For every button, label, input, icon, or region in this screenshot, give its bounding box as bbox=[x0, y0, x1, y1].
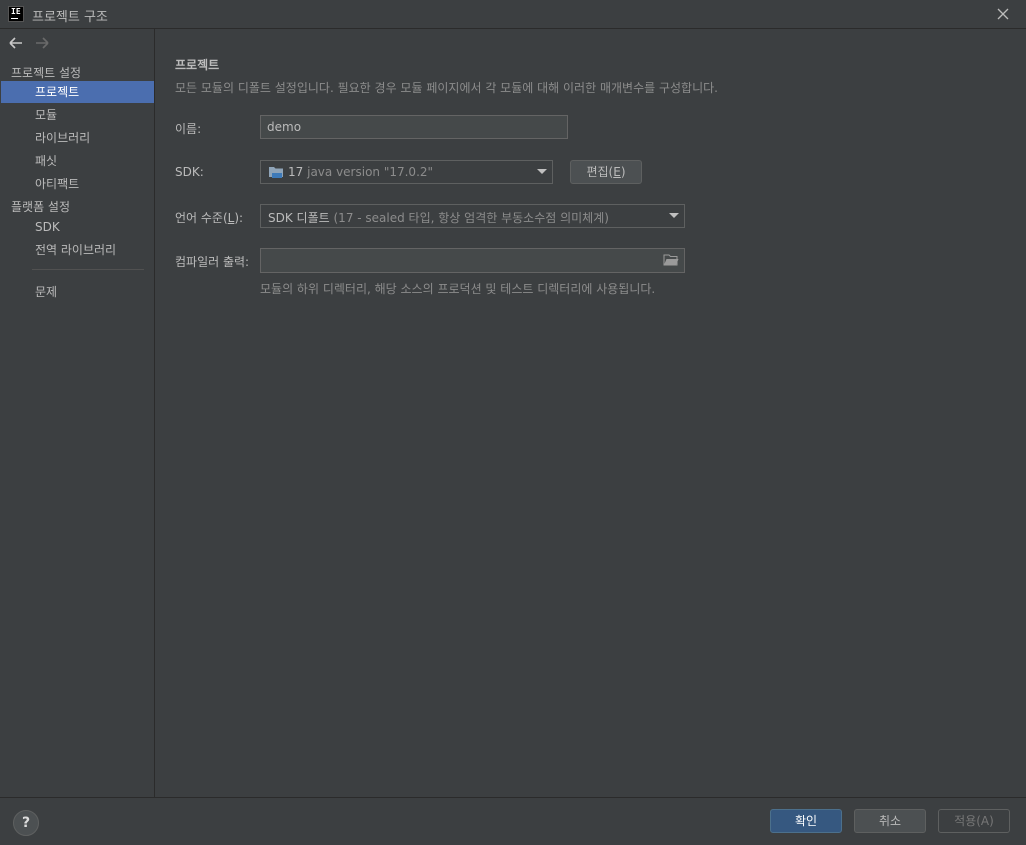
chevron-down-icon bbox=[669, 213, 679, 218]
language-level-dropdown[interactable]: SDK 디폴트 (17 - sealed 타입, 항상 엄격한 부동소수점 의미… bbox=[260, 204, 685, 228]
ok-button[interactable]: 확인 bbox=[770, 809, 842, 833]
sidebar-divider bbox=[32, 269, 144, 270]
sdk-label: SDK: bbox=[175, 165, 204, 179]
back-arrow-icon[interactable] bbox=[8, 35, 24, 51]
sidebar-item-artifacts[interactable]: 아티팩트 bbox=[1, 173, 154, 195]
sidebar-item-project[interactable]: 프로젝트 bbox=[1, 81, 154, 103]
forward-arrow-icon[interactable] bbox=[34, 35, 50, 51]
compiler-output-field[interactable] bbox=[260, 248, 685, 273]
help-button[interactable]: ? bbox=[13, 810, 39, 836]
dialog-footer: ? 확인 취소 적용(A) bbox=[0, 797, 1026, 845]
folder-browse-icon[interactable] bbox=[663, 253, 679, 267]
sidebar-item-modules[interactable]: 모듈 bbox=[1, 104, 154, 126]
close-icon[interactable] bbox=[994, 5, 1012, 23]
window-title: 프로젝트 구조 bbox=[32, 10, 108, 25]
platform-settings-heading: 플랫폼 설정 bbox=[11, 200, 71, 214]
language-level-value: SDK 디폴트 bbox=[268, 211, 330, 225]
project-settings-heading: 프로젝트 설정 bbox=[11, 66, 82, 80]
language-level-label: 언어 수준(L): bbox=[175, 211, 244, 225]
cancel-button[interactable]: 취소 bbox=[854, 809, 926, 833]
compiler-output-label: 컴파일러 출력: bbox=[175, 255, 250, 269]
sidebar-item-sdk[interactable]: SDK bbox=[1, 216, 154, 238]
name-label: 이름: bbox=[175, 122, 202, 136]
sidebar-item-facets[interactable]: 패싯 bbox=[1, 150, 154, 172]
sidebar-item-global-libraries[interactable]: 전역 라이브러리 bbox=[1, 239, 154, 261]
page-title: 프로젝트 bbox=[175, 58, 220, 72]
apply-button[interactable]: 적용(A) bbox=[938, 809, 1010, 833]
page-description: 모든 모듈의 디폴트 설정입니다. 필요한 경우 모듈 페이지에서 각 모듈에 … bbox=[175, 81, 718, 95]
sdk-version: 17 bbox=[288, 165, 304, 179]
compiler-output-hint: 모듈의 하위 디렉터리, 해당 소스의 프로덕션 및 테스트 디렉터리에 사용됩… bbox=[260, 282, 656, 296]
sdk-folder-icon bbox=[269, 167, 283, 178]
intellij-app-icon: IE bbox=[8, 6, 24, 22]
sdk-detail: java version "17.0.2" bbox=[307, 165, 434, 179]
project-name-input[interactable] bbox=[260, 115, 568, 139]
main-panel: 프로젝트 모든 모듈의 디폴트 설정입니다. 필요한 경우 모듈 페이지에서 각… bbox=[156, 29, 1026, 797]
title-bar: IE 프로젝트 구조 bbox=[0, 0, 1026, 29]
chevron-down-icon bbox=[537, 169, 547, 174]
sidebar: 프로젝트 설정 프로젝트 모듈 라이브러리 패싯 아티팩트 플랫폼 설정 SDK… bbox=[0, 29, 155, 797]
sdk-dropdown[interactable]: 17 java version "17.0.2" bbox=[260, 160, 553, 184]
sidebar-item-problems[interactable]: 문제 bbox=[1, 281, 154, 303]
sidebar-item-libraries[interactable]: 라이브러리 bbox=[1, 127, 154, 149]
language-level-detail: (17 - sealed 타입, 항상 엄격한 부동소수점 의미체계) bbox=[333, 211, 609, 225]
edit-sdk-button[interactable]: 편집(E) bbox=[570, 160, 642, 184]
